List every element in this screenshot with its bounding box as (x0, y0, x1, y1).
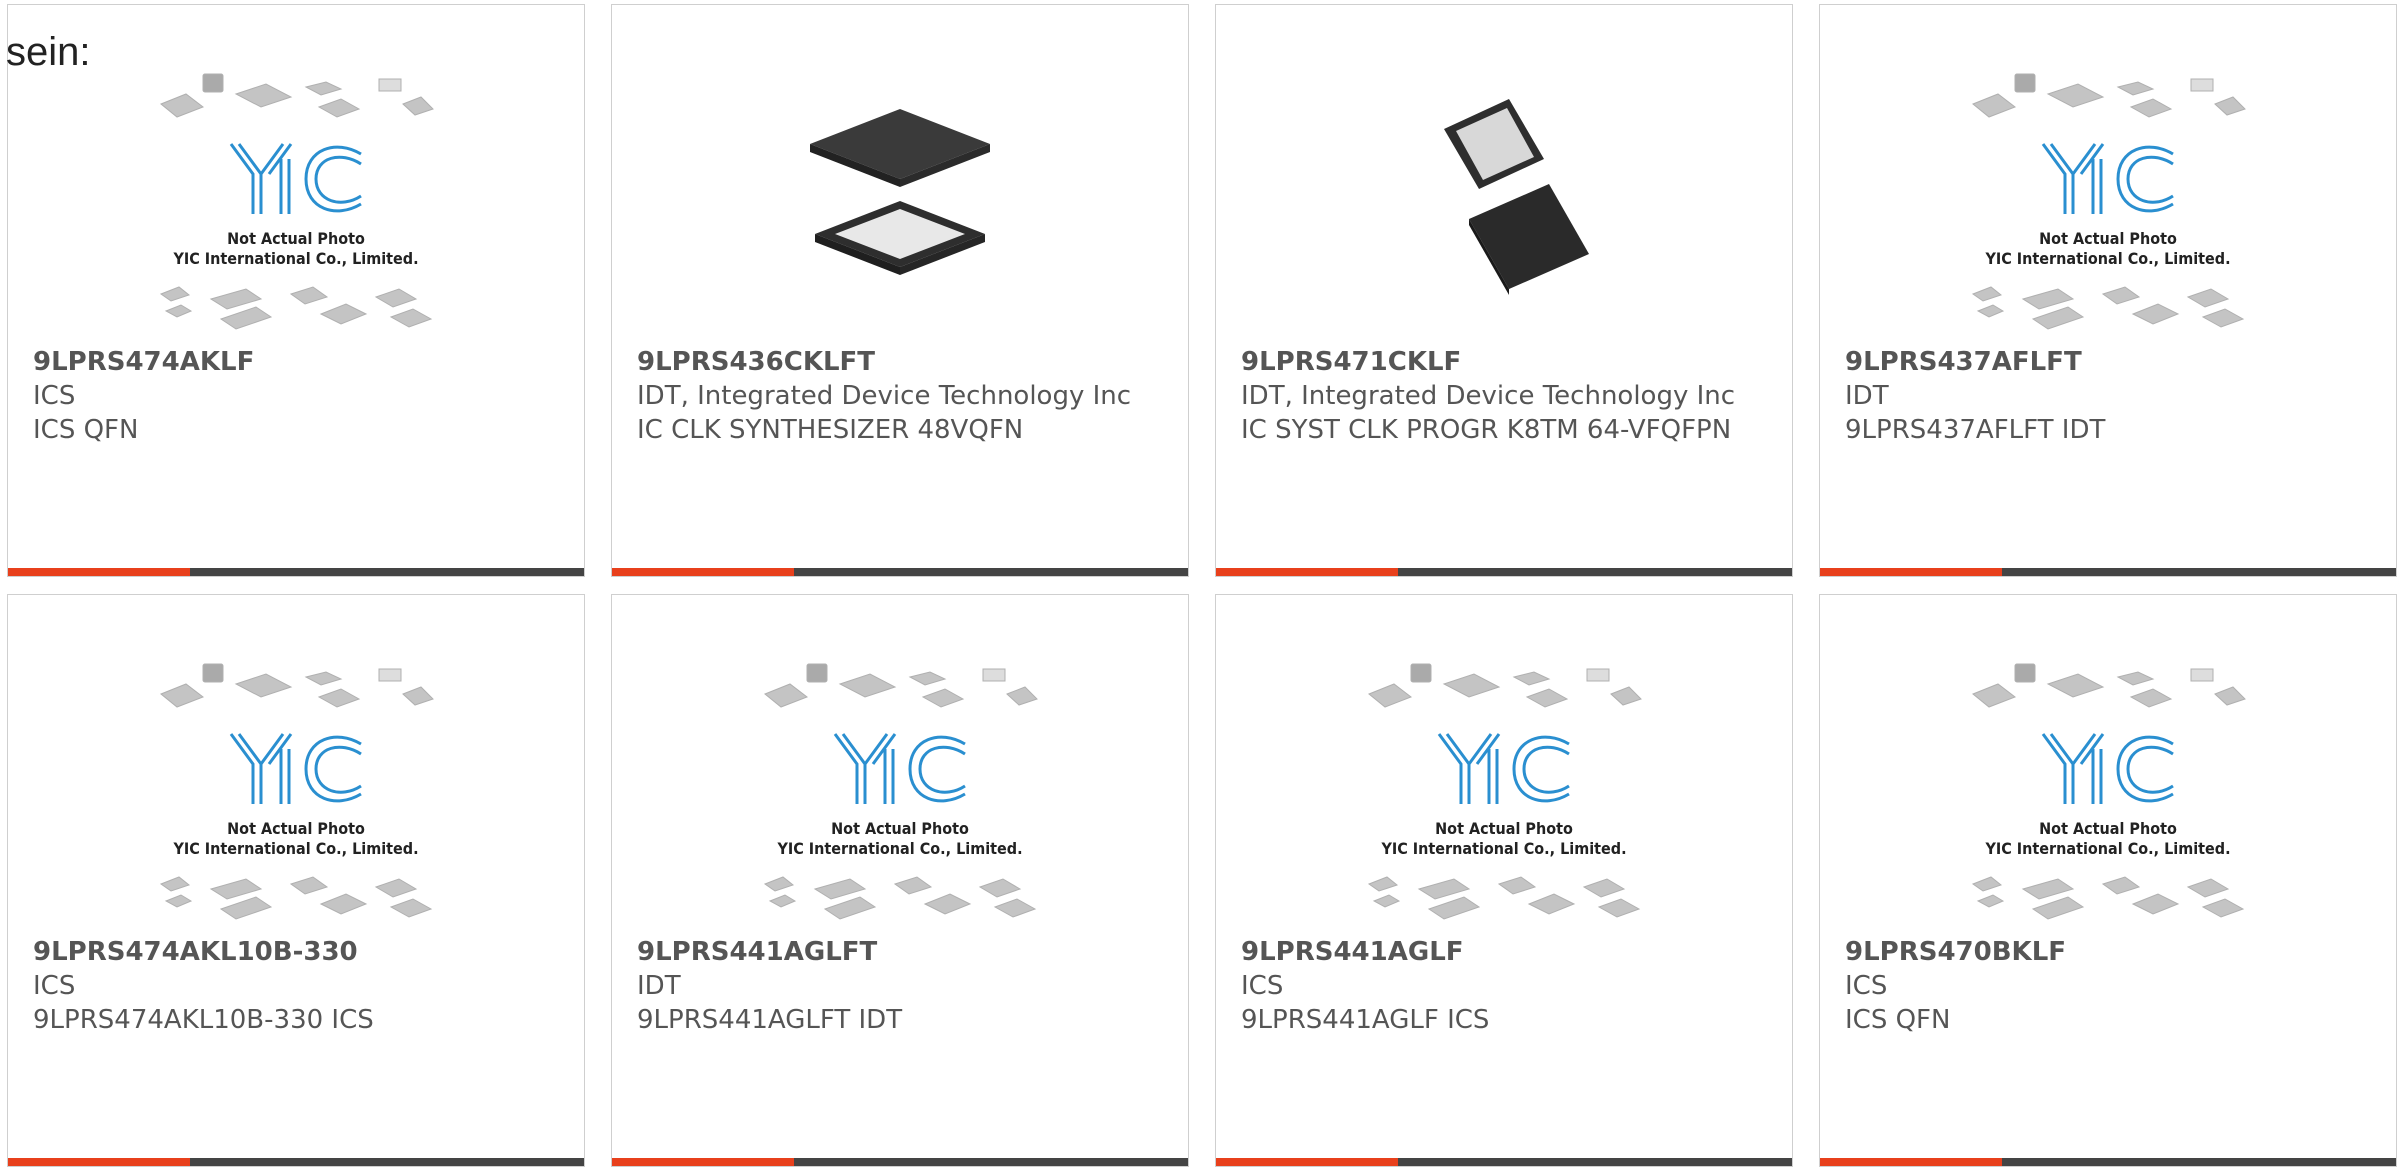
placeholder-line2: YIC International Co., Limited. (776, 839, 1022, 858)
card-footer-bar (8, 1158, 584, 1166)
product-image[interactable] (612, 49, 1188, 349)
product-info: 9LPRS471CKLF IDT, Integrated Device Tech… (1241, 345, 1772, 447)
card-accent-bar (1216, 568, 1398, 576)
product-info: 9LPRS436CKLFT IDT, Integrated Device Tec… (637, 345, 1168, 447)
placeholder-line1: Not Actual Photo (2039, 229, 2177, 248)
product-card[interactable]: Not Actual Photo YIC International Co., … (1819, 594, 2397, 1167)
card-accent-bar (8, 568, 190, 576)
yic-logo-icon (833, 733, 966, 804)
manufacturer: IDT (1845, 381, 1889, 411)
yic-logo-icon (2041, 143, 2174, 214)
product-card[interactable]: Not Actual Photo YIC International Co., … (7, 4, 585, 577)
product-grid: Not Actual Photo YIC International Co., … (7, 4, 2400, 1167)
manufacturer: IDT, Integrated Device Technology Inc (637, 381, 1132, 411)
manufacturer: ICS (33, 381, 76, 411)
product-image[interactable]: Not Actual Photo YIC International Co., … (1216, 639, 1792, 939)
card-footer-bar (612, 1158, 1188, 1166)
placeholder-line1: Not Actual Photo (227, 229, 365, 248)
product-info: 9LPRS441AGLFT IDT 9LPRS441AGLFT IDT (637, 935, 1168, 1037)
placeholder-line2: YIC International Co., Limited. (1984, 839, 2230, 858)
description: 9LPRS437AFLFT IDT (1845, 415, 2106, 445)
vfqfpn-chip-icon (1444, 99, 1589, 295)
product-image[interactable]: Not Actual Photo YIC International Co., … (8, 49, 584, 349)
description: ICS QFN (33, 415, 139, 445)
product-card[interactable]: 9LPRS436CKLFT IDT, Integrated Device Tec… (611, 4, 1189, 577)
placeholder-line2: YIC International Co., Limited. (172, 249, 418, 268)
card-footer-bar (1820, 568, 2396, 576)
description: IC CLK SYNTHESIZER 48VQFN (637, 415, 1024, 445)
placeholder-image: Not Actual Photo YIC International Co., … (1971, 663, 2246, 920)
card-footer-bar (8, 568, 584, 576)
product-info: 9LPRS474AKL10B-330 ICS 9LPRS474AKL10B-33… (33, 935, 564, 1037)
card-footer-bar (612, 568, 1188, 576)
part-number-link[interactable]: 9LPRS436CKLFT (637, 345, 1168, 379)
manufacturer: IDT (637, 971, 681, 1001)
product-card[interactable]: 9LPRS471CKLF IDT, Integrated Device Tech… (1215, 4, 1793, 577)
card-footer-bar (1216, 1158, 1792, 1166)
product-image[interactable]: Not Actual Photo YIC International Co., … (8, 639, 584, 939)
product-info: 9LPRS470BKLF ICS ICS QFN (1845, 935, 2376, 1037)
description: IC SYST CLK PROGR K8TM 64-VFQFPN (1241, 415, 1732, 445)
placeholder-line1: Not Actual Photo (2039, 819, 2177, 838)
yic-logo-icon (1437, 733, 1570, 804)
placeholder-line1: Not Actual Photo (1435, 819, 1573, 838)
placeholder-line2: YIC International Co., Limited. (172, 839, 418, 858)
product-card[interactable]: Not Actual Photo YIC International Co., … (1819, 4, 2397, 577)
product-image[interactable]: Not Actual Photo YIC International Co., … (1820, 49, 2396, 349)
product-image[interactable] (1216, 49, 1792, 349)
card-accent-bar (612, 568, 794, 576)
card-accent-bar (1820, 1158, 2002, 1166)
description: ICS QFN (1845, 1005, 1951, 1035)
description: 9LPRS474AKL10B-330 ICS (33, 1005, 374, 1035)
card-footer-bar (1820, 1158, 2396, 1166)
card-accent-bar (1820, 568, 2002, 576)
product-card[interactable]: Not Actual Photo YIC International Co., … (7, 594, 585, 1167)
manufacturer: ICS (33, 971, 76, 1001)
manufacturer: ICS (1241, 971, 1284, 1001)
yic-logo-icon (229, 143, 362, 214)
description: 9LPRS441AGLF ICS (1241, 1005, 1490, 1035)
placeholder-line2: YIC International Co., Limited. (1984, 249, 2230, 268)
product-image[interactable]: Not Actual Photo YIC International Co., … (612, 639, 1188, 939)
manufacturer: IDT, Integrated Device Technology Inc (1241, 381, 1736, 411)
part-number-link[interactable]: 9LPRS437AFLFT (1845, 345, 2376, 379)
card-accent-bar (1216, 1158, 1398, 1166)
product-info: 9LPRS437AFLFT IDT 9LPRS437AFLFT IDT (1845, 345, 2376, 447)
card-footer-bar (1216, 568, 1792, 576)
manufacturer: ICS (1845, 971, 1888, 1001)
placeholder-image: Not Actual Photo YIC International Co., … (763, 663, 1038, 920)
yic-logo-icon (229, 733, 362, 804)
placeholder-line2: YIC International Co., Limited. (1380, 839, 1626, 858)
description: 9LPRS441AGLFT IDT (637, 1005, 903, 1035)
placeholder-line1: Not Actual Photo (831, 819, 969, 838)
card-accent-bar (8, 1158, 190, 1166)
part-number-link[interactable]: 9LPRS474AKLF (33, 345, 564, 379)
part-number-link[interactable]: 9LPRS471CKLF (1241, 345, 1772, 379)
placeholder-image: Not Actual Photo YIC International Co., … (1971, 73, 2246, 330)
part-number-link[interactable]: 9LPRS470BKLF (1845, 935, 2376, 969)
qfn-chip-icon (810, 109, 990, 275)
placeholder-image: Not Actual Photo YIC International Co., … (159, 663, 434, 920)
product-info: 9LPRS441AGLF ICS 9LPRS441AGLF ICS (1241, 935, 1772, 1037)
card-accent-bar (612, 1158, 794, 1166)
yic-logo-icon (2041, 733, 2174, 804)
product-info: 9LPRS474AKLF ICS ICS QFN (33, 345, 564, 447)
placeholder-line1: Not Actual Photo (227, 819, 365, 838)
intro-text: sein: (6, 30, 91, 74)
part-number-link[interactable]: 9LPRS441AGLFT (637, 935, 1168, 969)
placeholder-image: Not Actual Photo YIC International Co., … (1367, 663, 1642, 920)
part-number-link[interactable]: 9LPRS441AGLF (1241, 935, 1772, 969)
placeholder-image: Not Actual Photo YIC International Co., … (159, 73, 434, 330)
part-number-link[interactable]: 9LPRS474AKL10B-330 (33, 935, 564, 969)
product-card[interactable]: Not Actual Photo YIC International Co., … (611, 594, 1189, 1167)
product-card[interactable]: Not Actual Photo YIC International Co., … (1215, 594, 1793, 1167)
product-image[interactable]: Not Actual Photo YIC International Co., … (1820, 639, 2396, 939)
